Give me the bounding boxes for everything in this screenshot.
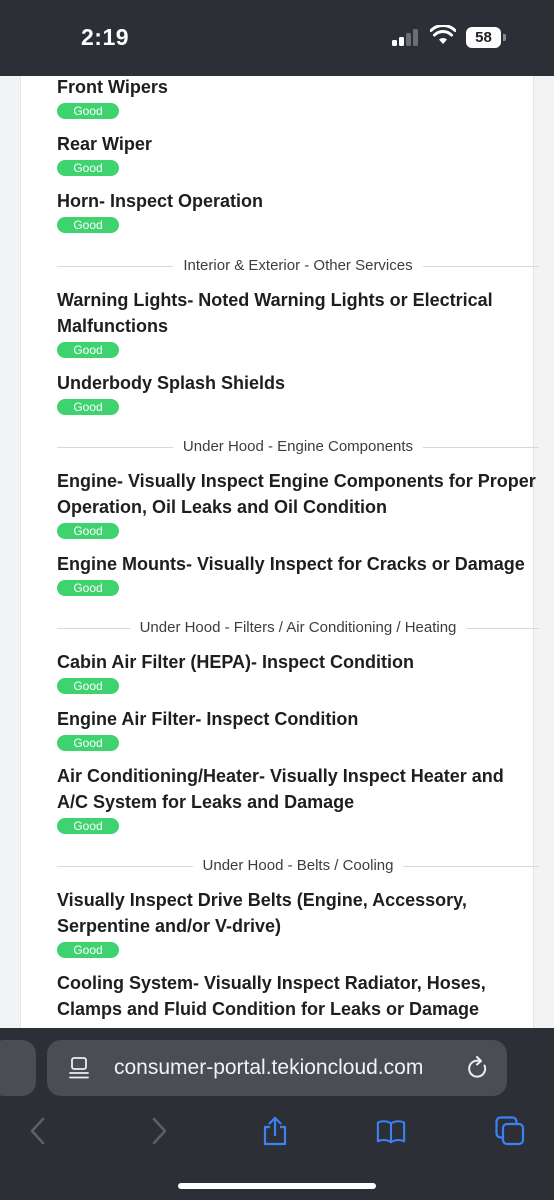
section-heading-label: Interior & Exterior - Other Services bbox=[173, 257, 423, 274]
item-title: Engine- Visually Inspect Engine Componen… bbox=[57, 471, 536, 517]
list-item: Engine- Visually Inspect Engine Componen… bbox=[57, 468, 539, 540]
list-item: Warning Lights- Noted Warning Lights or … bbox=[57, 287, 539, 359]
status-badge: Good bbox=[57, 523, 119, 539]
battery-level: 58 bbox=[466, 27, 501, 48]
item-title: Rear Wiper bbox=[57, 134, 152, 154]
bookmarks-icon[interactable] bbox=[376, 1116, 406, 1146]
section-heading: Interior & Exterior - Other Services bbox=[57, 256, 539, 276]
section-heading-label: Under Hood - Engine Components bbox=[172, 438, 424, 455]
status-bar: 2:19 58 bbox=[0, 0, 554, 76]
status-badge: Good bbox=[57, 217, 119, 233]
item-title: Warning Lights- Noted Warning Lights or … bbox=[57, 290, 493, 336]
status-badge: Good bbox=[57, 103, 119, 119]
list-item: Air Conditioning/Heater- Visually Inspec… bbox=[57, 763, 539, 835]
section-heading-label: Under Hood - Belts / Cooling bbox=[192, 857, 404, 874]
url-text[interactable]: consumer-portal.tekioncloud.com bbox=[114, 1056, 423, 1080]
item-title: Underbody Splash Shields bbox=[57, 373, 286, 393]
list-item: Horn- Inspect Operation Good bbox=[57, 188, 539, 234]
home-indicator[interactable] bbox=[178, 1183, 376, 1189]
tabs-icon[interactable] bbox=[495, 1116, 525, 1146]
status-badge: Good bbox=[57, 678, 119, 694]
back-icon[interactable] bbox=[24, 1116, 54, 1146]
status-badge: Good bbox=[57, 818, 119, 834]
section-heading: Under Hood - Filters / Air Conditioning … bbox=[57, 618, 539, 638]
browser-bar: consumer-portal.tekioncloud.com bbox=[0, 1028, 554, 1200]
cellular-signal-icon bbox=[392, 28, 420, 46]
item-title: Cooling System- Visually Inspect Radiato… bbox=[57, 973, 486, 1019]
address-bar[interactable]: consumer-portal.tekioncloud.com bbox=[47, 1040, 507, 1096]
item-title: Cabin Air Filter (HEPA)- Inspect Conditi… bbox=[57, 652, 414, 672]
status-badge: Good bbox=[57, 342, 119, 358]
status-badge: Good bbox=[57, 160, 119, 176]
section-heading: Under Hood - Engine Components bbox=[57, 437, 539, 457]
list-item: Cabin Air Filter (HEPA)- Inspect Conditi… bbox=[57, 649, 539, 695]
forward-icon[interactable] bbox=[143, 1116, 173, 1146]
status-badge: Good bbox=[57, 580, 119, 596]
list-item: Engine Mounts- Visually Inspect for Crac… bbox=[57, 551, 539, 597]
status-badge: Good bbox=[57, 399, 119, 415]
item-title: Horn- Inspect Operation bbox=[57, 191, 264, 211]
page-content[interactable]: Front Wipers Good Rear Wiper Good Horn- … bbox=[0, 76, 554, 1028]
item-title: Engine Air Filter- Inspect Condition bbox=[57, 709, 359, 729]
item-title: Air Conditioning/Heater- Visually Inspec… bbox=[57, 766, 504, 812]
reload-icon[interactable] bbox=[467, 1056, 489, 1080]
list-item: Underbody Splash Shields Good bbox=[57, 370, 539, 416]
status-badge: Good bbox=[57, 942, 119, 958]
list-item: Visually Inspect Drive Belts (Engine, Ac… bbox=[57, 887, 539, 959]
item-title: Front Wipers bbox=[57, 77, 168, 97]
wifi-icon bbox=[430, 25, 456, 44]
list-item: Engine Air Filter- Inspect Condition Goo… bbox=[57, 706, 539, 752]
previous-tab-preview[interactable] bbox=[0, 1040, 36, 1096]
battery-icon: 58 bbox=[466, 27, 506, 48]
share-icon[interactable] bbox=[260, 1116, 290, 1146]
item-title: Engine Mounts- Visually Inspect for Crac… bbox=[57, 554, 525, 574]
section-heading: Under Hood - Belts / Cooling bbox=[57, 856, 539, 876]
list-item: Front Wipers Good bbox=[57, 76, 539, 120]
status-badge: Good bbox=[57, 735, 119, 751]
list-item: Rear Wiper Good bbox=[57, 131, 539, 177]
page-menu-icon[interactable] bbox=[69, 1057, 89, 1079]
status-time: 2:19 bbox=[81, 24, 130, 50]
inspection-card: Front Wipers Good Rear Wiper Good Horn- … bbox=[20, 76, 539, 1028]
section-heading-label: Under Hood - Filters / Air Conditioning … bbox=[129, 619, 467, 636]
item-title: Visually Inspect Drive Belts (Engine, Ac… bbox=[57, 890, 467, 936]
list-item: Cooling System- Visually Inspect Radiato… bbox=[57, 970, 539, 1022]
